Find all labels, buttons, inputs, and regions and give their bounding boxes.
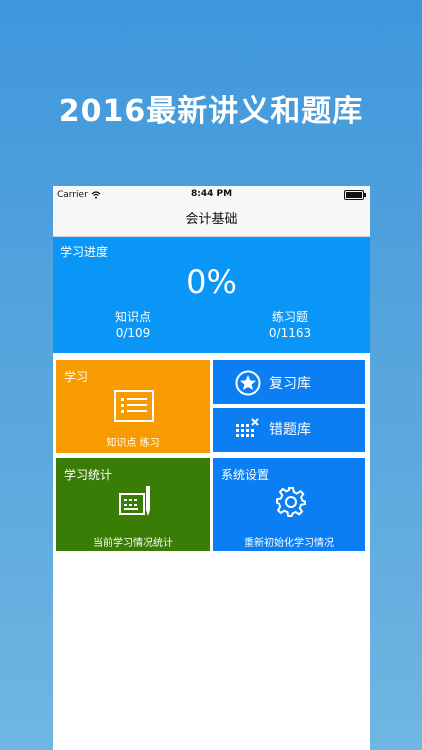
wrong-label: 错题库 xyxy=(269,422,311,438)
grid-x-icon xyxy=(236,418,259,437)
wrong-tile[interactable]: 错题库 xyxy=(213,408,365,452)
exercises-value: 0/1163 xyxy=(268,326,312,340)
exercises-stat: 练习题 0/1163 xyxy=(235,309,345,341)
study-sub: 知识点 练习 xyxy=(106,438,160,449)
knowledge-stat: 知识点 0/109 xyxy=(78,309,188,341)
settings-tile[interactable]: 系统设置 重新初始化学习情况 xyxy=(213,458,365,551)
settings-sub: 重新初始化学习情况 xyxy=(244,538,334,549)
knowledge-label: 知识点 xyxy=(114,310,151,324)
exercises-label: 练习题 xyxy=(271,310,308,324)
notepad-pen-icon xyxy=(118,484,154,524)
stats-sub: 当前学习情况统计 xyxy=(93,538,173,549)
review-label: 复习库 xyxy=(269,376,311,392)
review-tile[interactable]: 复习库 xyxy=(213,360,365,404)
wrong-row: 错题库 xyxy=(235,418,311,440)
progress-title: 学习进度 xyxy=(60,245,109,259)
list-card-icon xyxy=(114,390,154,426)
status-time: 8:44 PM xyxy=(190,189,233,199)
settings-label: 系统设置 xyxy=(221,468,270,482)
phone-screen: Carrier 8:44 PM 会计基础 学习进度 0% 知识点 0/109 练… xyxy=(53,186,370,750)
review-row: 复习库 xyxy=(235,370,311,396)
nav-title: 会计基础 xyxy=(185,212,238,227)
status-bar: Carrier 8:44 PM xyxy=(53,186,370,204)
study-label: 学习 xyxy=(64,370,89,384)
progress-percent: 0% xyxy=(186,263,237,301)
knowledge-value: 0/109 xyxy=(115,326,151,340)
progress-panel[interactable]: 学习进度 0% 知识点 0/109 练习题 0/1163 xyxy=(53,237,370,353)
stats-label: 学习统计 xyxy=(64,468,113,482)
battery-icon xyxy=(344,190,366,200)
star-icon xyxy=(235,370,261,396)
gear-icon xyxy=(275,486,307,522)
stats-tile[interactable]: 学习统计 当前学习情况统计 xyxy=(56,458,210,551)
promo-headline: 2016最新讲义和题库 xyxy=(58,94,364,129)
study-tile[interactable]: 学习 知识点 练习 xyxy=(56,360,210,453)
nav-bar: 会计基础 xyxy=(53,204,370,237)
